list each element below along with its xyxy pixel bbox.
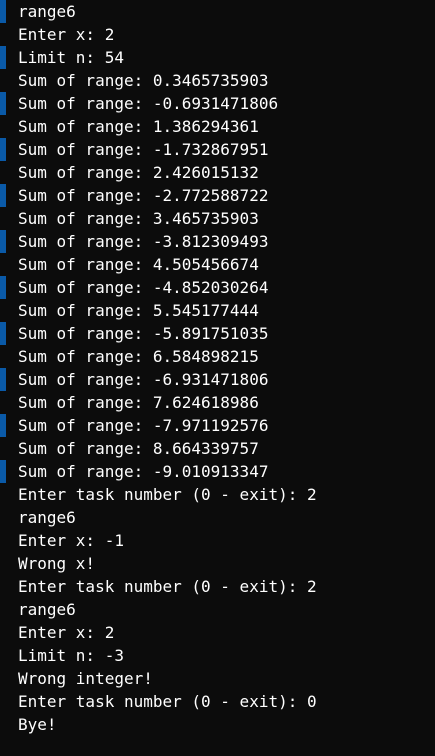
console-line: Limit n: -3: [18, 646, 124, 665]
console-line: Sum of range: 3.465735903: [18, 209, 259, 228]
console-line: Sum of range: 8.664339757: [18, 439, 259, 458]
console-line: Sum of range: -7.971192576: [18, 416, 269, 435]
console-line: Sum of range: -1.732867951: [18, 140, 269, 159]
console-line: range6: [18, 2, 76, 21]
console-line: Sum of range: -6.931471806: [18, 370, 269, 389]
console-line: Limit n: 54: [18, 48, 124, 67]
selection-edge: [0, 0, 6, 756]
console-line: Enter task number (0 - exit): 2: [18, 485, 317, 504]
console-line: Sum of range: 6.584898215: [18, 347, 259, 366]
console-line: Sum of range: -9.010913347: [18, 462, 269, 481]
console-line: Sum of range: 1.386294361: [18, 117, 259, 136]
console-line: range6: [18, 600, 76, 619]
console-line: Sum of range: -5.891751035: [18, 324, 269, 343]
console-line: Enter x: 2: [18, 25, 115, 44]
console-line: Sum of range: 2.426015132: [18, 163, 259, 182]
console-line: Sum of range: -3.812309493: [18, 232, 269, 251]
console-line: Sum of range: 4.505456674: [18, 255, 259, 274]
console-line: Wrong x!: [18, 554, 96, 573]
console-line: Bye!: [18, 715, 57, 734]
console-window[interactable]: range6 Enter x: 2 Limit n: 54 Sum of ran…: [0, 0, 435, 756]
console-line: range6: [18, 508, 76, 527]
console-line: Sum of range: -4.852030264: [18, 278, 269, 297]
console-line: Sum of range: 7.624618986: [18, 393, 259, 412]
console-line: Sum of range: -2.772588722: [18, 186, 269, 205]
console-line: Enter x: 2: [18, 623, 115, 642]
console-line: Sum of range: -0.6931471806: [18, 94, 279, 113]
console-line: Sum of range: 5.545177444: [18, 301, 259, 320]
console-line: Sum of range: 0.3465735903: [18, 71, 269, 90]
console-line: Wrong integer!: [18, 669, 153, 688]
console-line: Enter task number (0 - exit): 2: [18, 577, 317, 596]
console-line: Enter task number (0 - exit): 0: [18, 692, 317, 711]
console-line: Enter x: -1: [18, 531, 124, 550]
